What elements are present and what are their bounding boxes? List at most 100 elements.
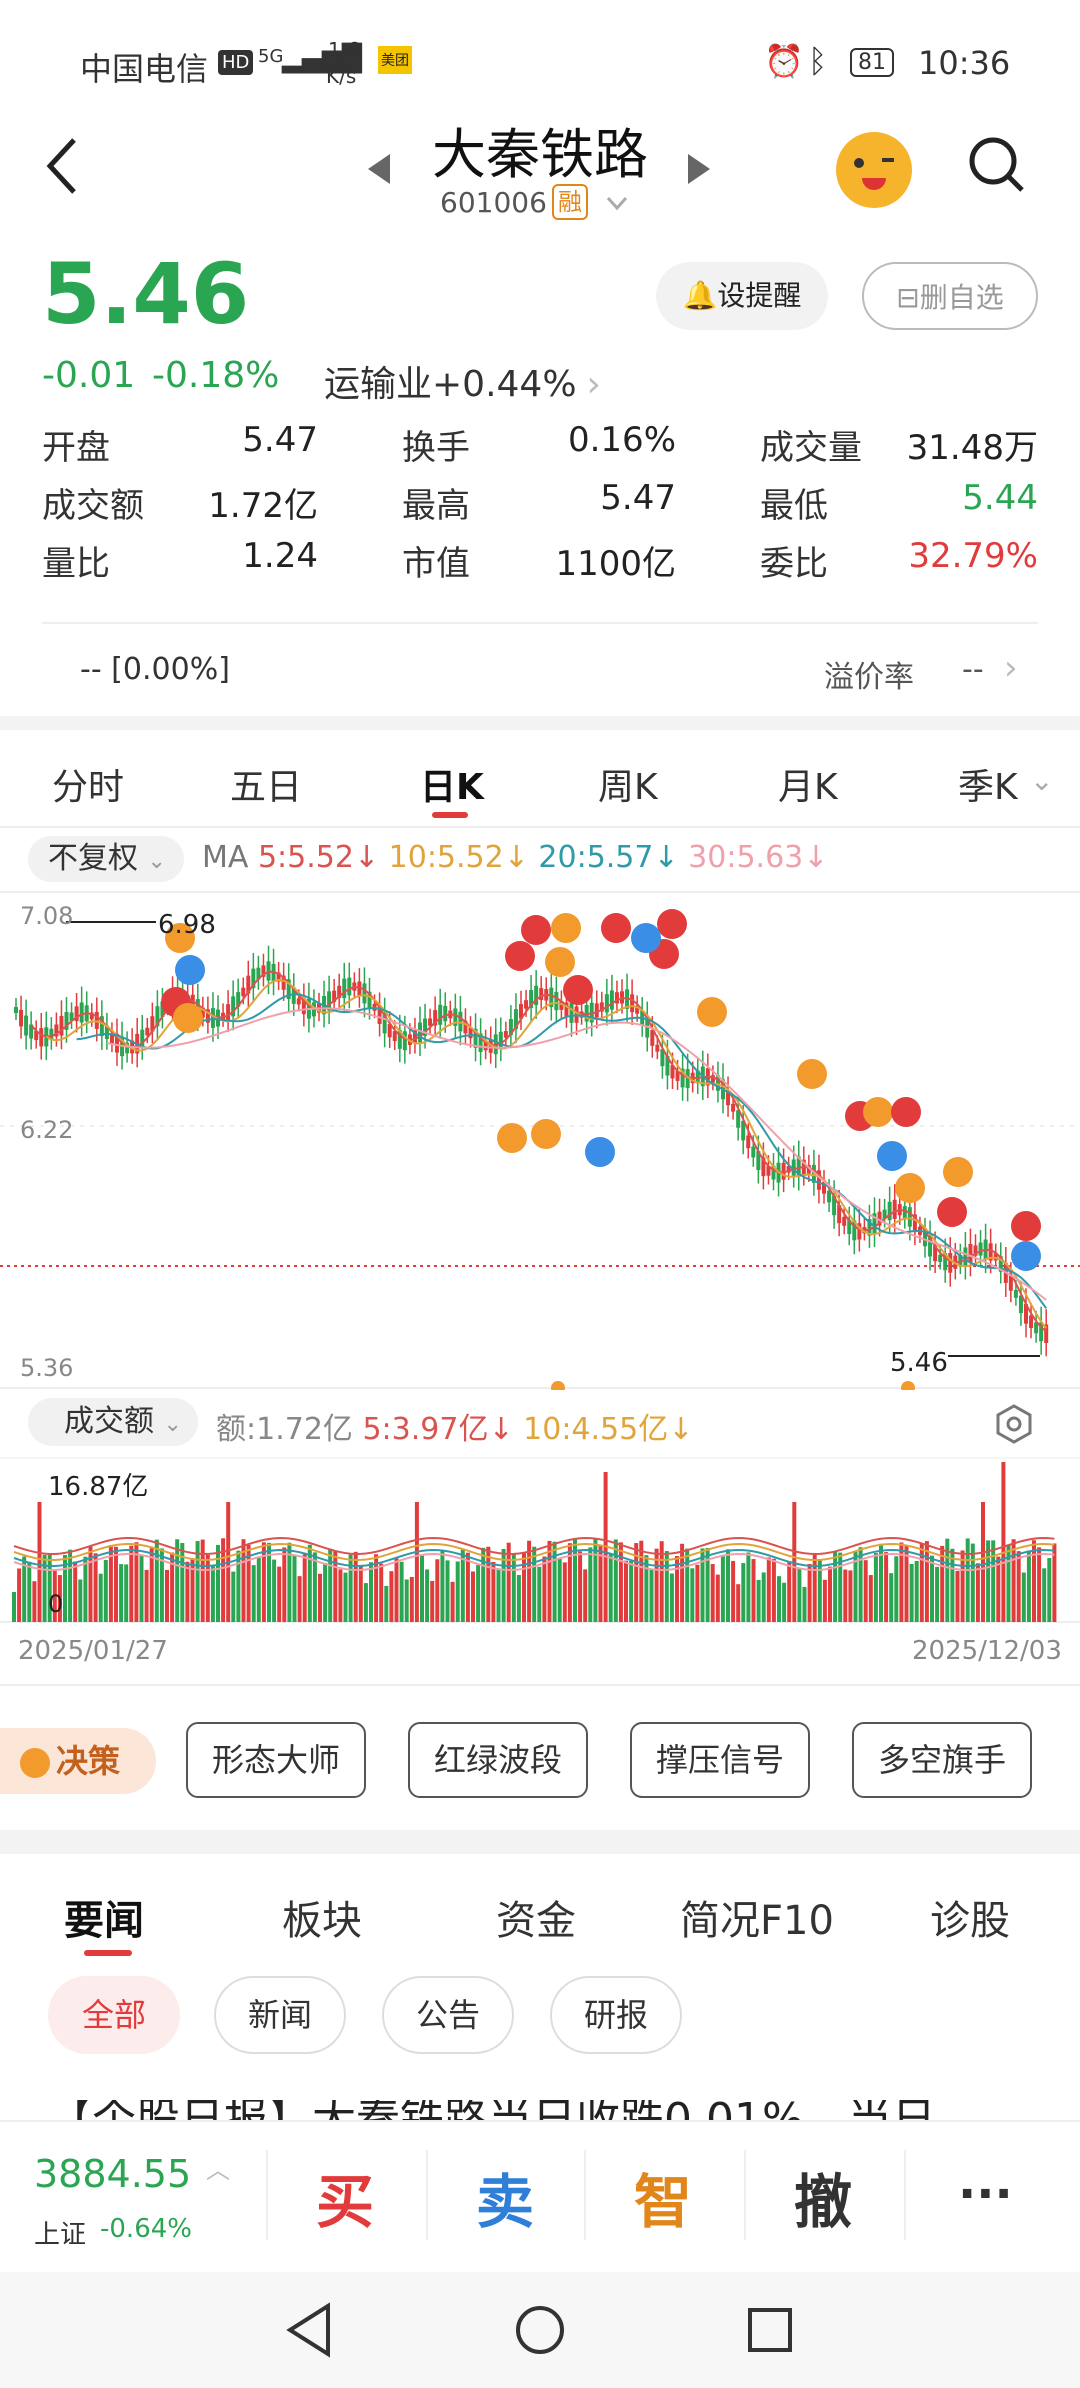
sell-button[interactable]: 卖 [476, 2155, 534, 2239]
trade-signal-marker[interactable] [697, 997, 727, 1027]
indicator-pattern-master[interactable]: 形态大师 [186, 1722, 366, 1798]
chevron-right-icon[interactable]: › [1004, 648, 1018, 688]
tab-weekly-k[interactable]: 周K [598, 758, 658, 810]
chevron-down-icon[interactable]: ⌄ [1030, 764, 1053, 797]
trade-signal-marker[interactable] [601, 913, 631, 943]
volume-bar [930, 1555, 934, 1622]
volume-bar [583, 1569, 588, 1622]
volume-bar [1032, 1540, 1036, 1622]
trade-signal-marker[interactable] [1011, 1241, 1041, 1271]
nav-recents-icon[interactable] [746, 2306, 794, 2354]
indicator-red-green-band[interactable]: 红绿波段 [408, 1722, 588, 1798]
chip-announcements[interactable]: 公告 [382, 1976, 514, 2054]
volume-bar [741, 1563, 746, 1622]
nav-back-icon[interactable] [284, 2302, 334, 2358]
volume-bar [93, 1553, 98, 1622]
tab-diagnose[interactable]: 诊股 [930, 1888, 1010, 1946]
volume-bar [904, 1545, 909, 1622]
tab-five-day[interactable]: 五日 [230, 758, 302, 810]
trade-signal-marker[interactable] [545, 947, 575, 977]
trade-signal-marker[interactable] [531, 1119, 561, 1149]
volume-bar [144, 1569, 149, 1622]
volume-selector[interactable]: 成交额 ⌄ [28, 1398, 198, 1446]
volume-bar [394, 1558, 399, 1622]
volume-bar [1011, 1539, 1016, 1622]
trade-signal-marker[interactable] [497, 1123, 527, 1153]
candle-body [19, 1009, 24, 1027]
remove-watchlist-button[interactable]: ⊟删自选 [862, 262, 1038, 330]
set-alert-button[interactable]: 🔔设提醒 [656, 262, 828, 330]
tab-quarterly-k[interactable]: 季K [958, 758, 1018, 810]
trade-signal-marker[interactable] [175, 955, 205, 985]
trade-signal-marker[interactable] [631, 923, 661, 953]
trade-signal-marker[interactable] [943, 1157, 973, 1187]
volume-bar [414, 1502, 419, 1622]
trade-signal-marker[interactable] [877, 1141, 907, 1171]
trade-signal-marker[interactable] [863, 1097, 893, 1127]
tab-f10[interactable]: 简况F10 [680, 1888, 834, 1946]
decision-button[interactable]: 决策 [0, 1728, 156, 1794]
trade-signal-marker[interactable] [1011, 1211, 1041, 1241]
more-button[interactable]: ··· [958, 2166, 1013, 2222]
volume-bar [353, 1551, 358, 1622]
trade-signal-marker[interactable] [895, 1173, 925, 1203]
volume-bar [751, 1559, 756, 1622]
volume-ma10: 10:4.55亿 [523, 1412, 669, 1447]
adjust-selector[interactable]: 不复权 ⌄ [28, 836, 184, 882]
trade-signal-marker[interactable] [797, 1059, 827, 1089]
volume-chart[interactable]: 16.87亿 0 [0, 1456, 1080, 1626]
sector-change-link[interactable]: 运输业+0.44% › [324, 355, 601, 407]
chevron-down-icon[interactable] [606, 196, 628, 212]
tab-monthly-k[interactable]: 月K [778, 758, 838, 810]
volume-bar [777, 1576, 781, 1622]
stat-label: 换手 [402, 428, 470, 468]
trade-signal-marker[interactable] [563, 975, 593, 1005]
cancel-order-button[interactable]: 撤 [794, 2155, 852, 2239]
settings-icon[interactable] [994, 1404, 1034, 1444]
next-stock-icon[interactable] [686, 152, 712, 186]
candle-body [604, 994, 609, 1013]
index-value[interactable]: 3884.55 [34, 2152, 191, 2196]
search-icon[interactable] [966, 134, 1026, 194]
news-preview-headline[interactable]: 【个股日报】大秦铁路当日收跌0.01%，当日 [48, 2100, 1048, 2122]
buy-button[interactable]: 买 [316, 2155, 374, 2239]
mascot-icon[interactable] [836, 132, 912, 208]
kline-chart[interactable]: 7.08 6.22 5.36 6.98 5.46 [0, 890, 1080, 1395]
volume-bar [924, 1541, 929, 1622]
tab-headlines[interactable]: 要闻 [64, 1888, 144, 1946]
tab-sector[interactable]: 板块 [282, 1888, 362, 1946]
volume-bar [430, 1580, 435, 1622]
price-change-pct: -0.18% [152, 355, 280, 396]
indicator-bull-bear[interactable]: 多空旗手 [852, 1722, 1032, 1798]
nav-home-icon[interactable] [514, 2304, 566, 2356]
chip-news[interactable]: 新闻 [214, 1976, 346, 2054]
volume-bar [119, 1564, 124, 1622]
volume-bar [532, 1546, 537, 1622]
chip-all[interactable]: 全部 [48, 1976, 180, 2054]
trade-signal-marker[interactable] [551, 913, 581, 943]
trade-signal-marker[interactable] [657, 909, 687, 939]
trade-signal-marker[interactable] [891, 1097, 921, 1127]
trade-signal-marker[interactable] [937, 1197, 967, 1227]
tab-daily-k[interactable]: 日K [420, 758, 484, 810]
indicator-support-resistance[interactable]: 撑压信号 [630, 1722, 810, 1798]
volume-bar [379, 1563, 384, 1622]
tab-intraday[interactable]: 分时 [52, 758, 124, 810]
chevron-up-icon[interactable]: ︿ [206, 2150, 230, 2185]
volume-bar [277, 1566, 282, 1622]
trade-signal-marker[interactable] [505, 941, 535, 971]
trade-signal-marker[interactable] [521, 915, 551, 945]
trade-signal-marker[interactable] [173, 1003, 203, 1033]
volume-bar [562, 1562, 567, 1622]
stat-label: 成交量 [760, 428, 862, 468]
tab-funds[interactable]: 资金 [496, 1888, 576, 1946]
smart-button[interactable]: 智 [634, 2155, 692, 2239]
trade-signal-marker[interactable] [585, 1137, 615, 1167]
battery-icon: 81 [850, 48, 894, 77]
volume-ma5: 5:3.97亿 [362, 1412, 489, 1447]
separator [904, 2150, 906, 2240]
volume-bar [175, 1539, 180, 1622]
volume-bar [884, 1552, 889, 1622]
volume-bar [807, 1563, 812, 1622]
chip-research[interactable]: 研报 [550, 1976, 682, 2054]
